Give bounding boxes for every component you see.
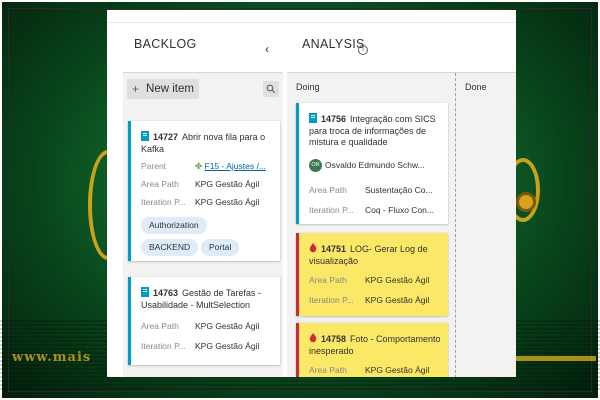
area-path-value[interactable]: KPG Gestão Ágil (195, 179, 277, 189)
card-title[interactable]: 14751 LOG- Gerar Log de visualização (309, 243, 442, 267)
parent-link[interactable]: F15 - Ajustes /... (205, 161, 266, 171)
assignee-name: Osvaldo Edmundo Schw... (325, 159, 425, 170)
area-path-value[interactable]: KPG Gestão Ágil (195, 321, 277, 331)
plus-icon: + (132, 82, 140, 96)
analysis-column-title: ANALYSIS (302, 37, 365, 51)
iteration-path-label: Iteration P... (309, 295, 354, 305)
watermark-text: www.mais (12, 350, 92, 365)
area-path-label: Area Path (309, 185, 347, 195)
iteration-path-value[interactable]: KPG Gestão Ágil (195, 341, 277, 351)
area-path-label: Area Path (309, 365, 347, 375)
tag-authorization[interactable]: Authorization (141, 217, 207, 234)
card-title[interactable]: 14727 Abrir nova fila para o Kafka (141, 131, 274, 155)
book-icon (141, 287, 149, 297)
iteration-path-label: Iteration P... (141, 341, 186, 351)
iteration-path-label: Iteration P... (309, 205, 354, 215)
card-id: 14763 (153, 288, 179, 298)
book-icon (141, 131, 149, 141)
work-item-card[interactable]: 14756 Integração com SICS para troca de i… (296, 103, 448, 224)
decorative-knob (516, 192, 536, 212)
search-button[interactable] (263, 81, 279, 97)
card-title[interactable]: 14763 Gestão de Tarefas - Usabilidade - M… (141, 287, 274, 311)
work-item-card[interactable]: 14751 LOG- Gerar Log de visualização Area… (296, 233, 448, 316)
card-id: 14751 (321, 244, 347, 254)
new-item-button[interactable]: + New item (127, 79, 199, 99)
backlog-column-title: BACKLOG (134, 37, 197, 51)
avatar: OR (309, 159, 322, 172)
work-item-card[interactable]: 14727 Abrir nova fila para o Kafka Parent… (128, 121, 280, 261)
area-path-label: Area Path (141, 179, 179, 189)
book-icon (309, 113, 317, 123)
search-icon (266, 84, 276, 94)
backlog-column: + New item 14727 Abrir nova fila para o K… (123, 72, 283, 377)
chevron-left-icon[interactable]: ‹ (265, 42, 269, 56)
tag-portal[interactable]: Portal (201, 239, 240, 256)
new-item-label: New item (146, 83, 194, 95)
iteration-path-value[interactable]: KPG Gestão Ágil (195, 197, 277, 207)
doing-column-header: Doing (296, 82, 320, 92)
analysis-column: Doing Done 14756 Integração com SICS para… (287, 72, 516, 377)
card-id: 14727 (153, 132, 179, 142)
card-title[interactable]: 14756 Integração com SICS para troca de i… (309, 113, 442, 149)
bug-icon (309, 333, 317, 343)
work-item-card[interactable]: 14763 Gestão de Tarefas - Usabilidade - M… (128, 277, 280, 365)
iteration-path-value[interactable]: KPG Gestão Ágil (365, 295, 445, 305)
top-divider (107, 22, 516, 23)
card-title[interactable]: 14758 Foto - Comportamento inesperado (309, 333, 442, 357)
area-path-value[interactable]: Sustentação Co... (365, 185, 445, 195)
done-divider (455, 73, 456, 377)
parent-label: Parent (141, 161, 167, 171)
area-path-value[interactable]: KPG Gestão Ágil (365, 275, 445, 285)
iteration-path-value[interactable]: Coq - Fluxo Con... (365, 205, 445, 215)
assignee[interactable]: OR Osvaldo Edmundo Schw... (309, 159, 445, 172)
card-id: 14758 (321, 334, 347, 344)
iteration-path-label: Iteration P... (141, 197, 186, 207)
bug-icon (309, 243, 317, 253)
area-path-label: Area Path (141, 321, 179, 331)
done-column-header: Done (465, 82, 487, 92)
area-path-label: Area Path (309, 275, 347, 285)
work-item-card[interactable]: 14758 Foto - Comportamento inesperado Are… (296, 323, 448, 377)
area-path-value[interactable]: KPG Gestão Ágil (365, 365, 445, 375)
info-icon[interactable]: i (358, 45, 368, 55)
card-id: 14756 (321, 114, 347, 124)
parent-value[interactable]: ✤ F15 - Ajustes /... (195, 161, 277, 172)
tag-backend[interactable]: BACKEND (141, 239, 199, 256)
decorative-bar (516, 356, 596, 361)
kanban-board: BACKLOG ‹ ANALYSIS i + New item 14727 Abr… (107, 10, 516, 377)
feature-icon: ✤ (195, 161, 203, 171)
